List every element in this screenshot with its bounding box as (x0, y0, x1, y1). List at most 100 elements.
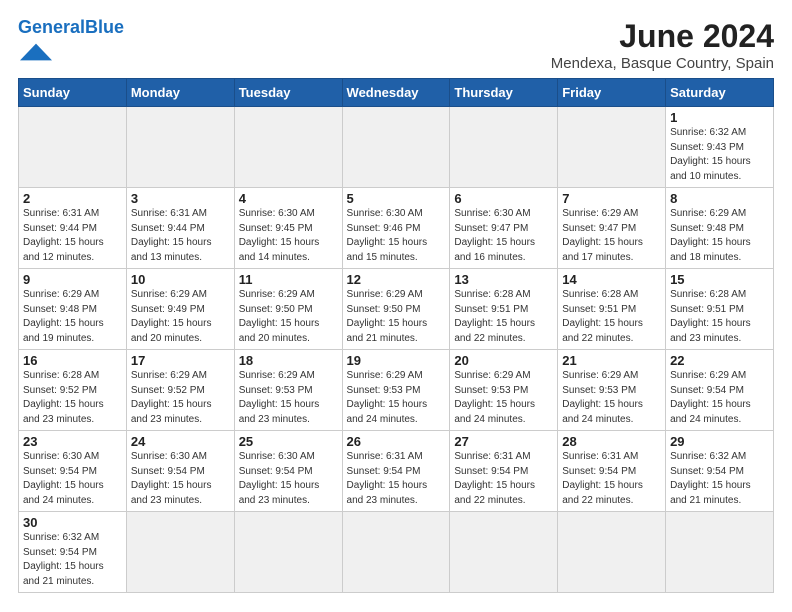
calendar-cell (450, 512, 558, 593)
header: GeneralBlue June 2024 Mendexa, Basque Co… (18, 18, 774, 72)
calendar-cell: 18Sunrise: 6:29 AM Sunset: 9:53 PM Dayli… (234, 350, 342, 431)
day-number: 18 (239, 353, 338, 368)
calendar-cell (126, 107, 234, 188)
day-number: 9 (23, 272, 122, 287)
calendar-cell (342, 107, 450, 188)
calendar-cell: 22Sunrise: 6:29 AM Sunset: 9:54 PM Dayli… (666, 350, 774, 431)
day-info: Sunrise: 6:28 AM Sunset: 9:51 PM Dayligh… (454, 288, 553, 346)
day-number: 2 (23, 191, 122, 206)
day-number: 3 (131, 191, 230, 206)
col-header-thursday: Thursday (450, 79, 558, 107)
page: GeneralBlue June 2024 Mendexa, Basque Co… (0, 0, 792, 603)
calendar-cell (126, 512, 234, 593)
day-info: Sunrise: 6:29 AM Sunset: 9:49 PM Dayligh… (131, 288, 230, 346)
calendar-cell: 20Sunrise: 6:29 AM Sunset: 9:53 PM Dayli… (450, 350, 558, 431)
calendar-cell: 26Sunrise: 6:31 AM Sunset: 9:54 PM Dayli… (342, 431, 450, 512)
calendar-cell: 5Sunrise: 6:30 AM Sunset: 9:46 PM Daylig… (342, 188, 450, 269)
logo: GeneralBlue (18, 18, 124, 71)
calendar-cell: 27Sunrise: 6:31 AM Sunset: 9:54 PM Dayli… (450, 431, 558, 512)
day-info: Sunrise: 6:28 AM Sunset: 9:52 PM Dayligh… (23, 369, 122, 427)
day-info: Sunrise: 6:30 AM Sunset: 9:45 PM Dayligh… (239, 207, 338, 265)
calendar-week-0: 1Sunrise: 6:32 AM Sunset: 9:43 PM Daylig… (19, 107, 774, 188)
day-info: Sunrise: 6:29 AM Sunset: 9:53 PM Dayligh… (239, 369, 338, 427)
title-block: June 2024 Mendexa, Basque Country, Spain (551, 18, 774, 72)
day-number: 29 (670, 434, 769, 449)
calendar-cell: 14Sunrise: 6:28 AM Sunset: 9:51 PM Dayli… (558, 269, 666, 350)
calendar-cell (342, 512, 450, 593)
calendar-cell: 3Sunrise: 6:31 AM Sunset: 9:44 PM Daylig… (126, 188, 234, 269)
day-info: Sunrise: 6:30 AM Sunset: 9:54 PM Dayligh… (131, 450, 230, 508)
day-number: 20 (454, 353, 553, 368)
calendar-week-3: 16Sunrise: 6:28 AM Sunset: 9:52 PM Dayli… (19, 350, 774, 431)
calendar-cell: 16Sunrise: 6:28 AM Sunset: 9:52 PM Dayli… (19, 350, 127, 431)
calendar-header-row: SundayMondayTuesdayWednesdayThursdayFrid… (19, 79, 774, 107)
calendar-cell: 28Sunrise: 6:31 AM Sunset: 9:54 PM Dayli… (558, 431, 666, 512)
day-number: 12 (347, 272, 446, 287)
day-number: 7 (562, 191, 661, 206)
col-header-monday: Monday (126, 79, 234, 107)
day-number: 13 (454, 272, 553, 287)
calendar-cell: 29Sunrise: 6:32 AM Sunset: 9:54 PM Dayli… (666, 431, 774, 512)
calendar-cell (450, 107, 558, 188)
calendar-cell: 21Sunrise: 6:29 AM Sunset: 9:53 PM Dayli… (558, 350, 666, 431)
day-info: Sunrise: 6:29 AM Sunset: 9:50 PM Dayligh… (239, 288, 338, 346)
day-number: 26 (347, 434, 446, 449)
day-info: Sunrise: 6:30 AM Sunset: 9:47 PM Dayligh… (454, 207, 553, 265)
calendar-cell: 19Sunrise: 6:29 AM Sunset: 9:53 PM Dayli… (342, 350, 450, 431)
day-number: 21 (562, 353, 661, 368)
calendar-table: SundayMondayTuesdayWednesdayThursdayFrid… (18, 78, 774, 593)
day-info: Sunrise: 6:29 AM Sunset: 9:53 PM Dayligh… (562, 369, 661, 427)
calendar-cell: 2Sunrise: 6:31 AM Sunset: 9:44 PM Daylig… (19, 188, 127, 269)
day-number: 19 (347, 353, 446, 368)
calendar-week-2: 9Sunrise: 6:29 AM Sunset: 9:48 PM Daylig… (19, 269, 774, 350)
calendar-cell: 17Sunrise: 6:29 AM Sunset: 9:52 PM Dayli… (126, 350, 234, 431)
calendar-cell (19, 107, 127, 188)
col-header-friday: Friday (558, 79, 666, 107)
calendar-cell: 24Sunrise: 6:30 AM Sunset: 9:54 PM Dayli… (126, 431, 234, 512)
day-info: Sunrise: 6:31 AM Sunset: 9:54 PM Dayligh… (562, 450, 661, 508)
day-info: Sunrise: 6:29 AM Sunset: 9:48 PM Dayligh… (670, 207, 769, 265)
calendar-week-1: 2Sunrise: 6:31 AM Sunset: 9:44 PM Daylig… (19, 188, 774, 269)
col-header-saturday: Saturday (666, 79, 774, 107)
day-number: 15 (670, 272, 769, 287)
day-number: 14 (562, 272, 661, 287)
calendar-cell: 6Sunrise: 6:30 AM Sunset: 9:47 PM Daylig… (450, 188, 558, 269)
day-info: Sunrise: 6:29 AM Sunset: 9:47 PM Dayligh… (562, 207, 661, 265)
calendar-cell: 30Sunrise: 6:32 AM Sunset: 9:54 PM Dayli… (19, 512, 127, 593)
day-info: Sunrise: 6:31 AM Sunset: 9:44 PM Dayligh… (131, 207, 230, 265)
calendar-week-5: 30Sunrise: 6:32 AM Sunset: 9:54 PM Dayli… (19, 512, 774, 593)
col-header-tuesday: Tuesday (234, 79, 342, 107)
col-header-sunday: Sunday (19, 79, 127, 107)
day-number: 4 (239, 191, 338, 206)
day-info: Sunrise: 6:31 AM Sunset: 9:44 PM Dayligh… (23, 207, 122, 265)
calendar-cell (558, 107, 666, 188)
day-info: Sunrise: 6:32 AM Sunset: 9:54 PM Dayligh… (23, 531, 122, 589)
day-number: 8 (670, 191, 769, 206)
day-info: Sunrise: 6:30 AM Sunset: 9:54 PM Dayligh… (239, 450, 338, 508)
day-info: Sunrise: 6:31 AM Sunset: 9:54 PM Dayligh… (454, 450, 553, 508)
calendar-cell: 12Sunrise: 6:29 AM Sunset: 9:50 PM Dayli… (342, 269, 450, 350)
day-number: 6 (454, 191, 553, 206)
day-number: 22 (670, 353, 769, 368)
day-info: Sunrise: 6:28 AM Sunset: 9:51 PM Dayligh… (562, 288, 661, 346)
calendar-cell: 11Sunrise: 6:29 AM Sunset: 9:50 PM Dayli… (234, 269, 342, 350)
calendar-cell: 4Sunrise: 6:30 AM Sunset: 9:45 PM Daylig… (234, 188, 342, 269)
calendar-week-4: 23Sunrise: 6:30 AM Sunset: 9:54 PM Dayli… (19, 431, 774, 512)
logo-blue: Blue (85, 17, 124, 37)
day-info: Sunrise: 6:32 AM Sunset: 9:43 PM Dayligh… (670, 126, 769, 184)
calendar-cell: 25Sunrise: 6:30 AM Sunset: 9:54 PM Dayli… (234, 431, 342, 512)
col-header-wednesday: Wednesday (342, 79, 450, 107)
day-info: Sunrise: 6:30 AM Sunset: 9:54 PM Dayligh… (23, 450, 122, 508)
day-info: Sunrise: 6:29 AM Sunset: 9:48 PM Dayligh… (23, 288, 122, 346)
calendar-cell: 13Sunrise: 6:28 AM Sunset: 9:51 PM Dayli… (450, 269, 558, 350)
day-info: Sunrise: 6:29 AM Sunset: 9:52 PM Dayligh… (131, 369, 230, 427)
day-number: 16 (23, 353, 122, 368)
calendar-cell (234, 512, 342, 593)
logo-icon (20, 38, 52, 66)
day-info: Sunrise: 6:30 AM Sunset: 9:46 PM Dayligh… (347, 207, 446, 265)
calendar-cell: 15Sunrise: 6:28 AM Sunset: 9:51 PM Dayli… (666, 269, 774, 350)
day-number: 17 (131, 353, 230, 368)
calendar-cell: 8Sunrise: 6:29 AM Sunset: 9:48 PM Daylig… (666, 188, 774, 269)
calendar-cell (234, 107, 342, 188)
calendar-cell (666, 512, 774, 593)
